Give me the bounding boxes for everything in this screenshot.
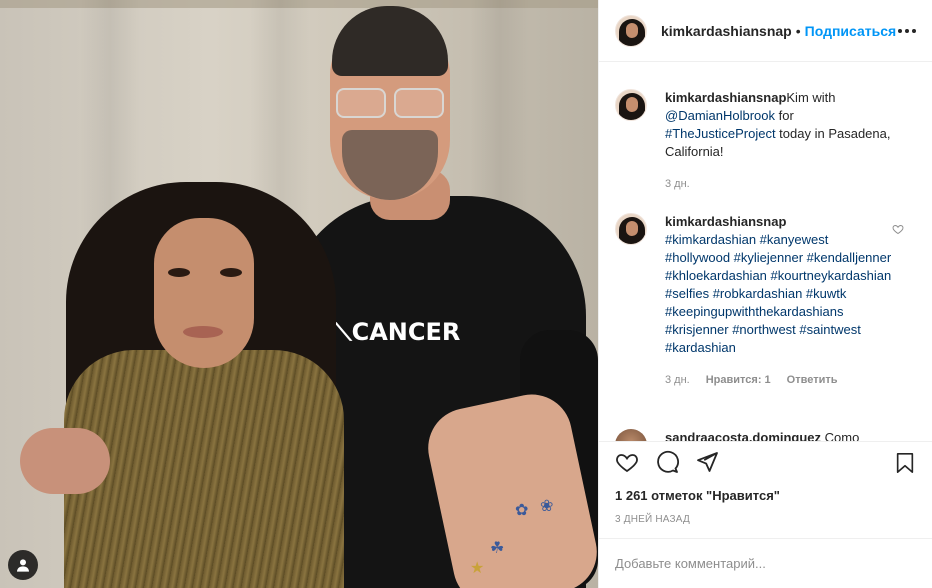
tattoo: ★ — [470, 560, 485, 577]
divider — [599, 538, 932, 539]
caption-meta: 3 дн. — [665, 175, 893, 193]
comment-text: kimkardashiansnap #kimkardashian #kanyew… — [665, 213, 893, 357]
man-hair — [332, 6, 448, 76]
caption-text-part: for — [775, 108, 794, 123]
woman-arm — [20, 428, 110, 494]
caption-text-part: Kim with — [786, 90, 836, 105]
comment-input[interactable]: Добавьте комментарий... — [615, 556, 766, 571]
comment-username[interactable]: kimkardashiansnap — [665, 214, 786, 229]
mention-link[interactable]: @DamianHolbrook — [665, 108, 775, 123]
tattoo: ❀ — [540, 498, 554, 515]
post-photo[interactable]: ✿ ❀ ☘ ★ ⟋⟍CANCER — [0, 0, 598, 588]
comment: kimkardashiansnap #kimkardashian #kanyew… — [599, 213, 932, 389]
reply-button[interactable]: Ответить — [787, 371, 838, 389]
comments-list[interactable]: kimkardashiansnapKim with @DamianHolbroo… — [599, 63, 932, 441]
post-header: kimkardashiansnap • Подписаться — [599, 0, 932, 62]
action-bar — [615, 450, 719, 474]
comment: sandraacosta.dominguez Como — [599, 429, 932, 441]
glasses — [336, 88, 446, 120]
shirt-logo: ⟋⟍CANCER — [318, 318, 461, 346]
caption-body: kimkardashiansnapKim with @DamianHolbroo… — [665, 89, 893, 193]
follow-button[interactable]: Подписаться — [805, 23, 897, 39]
post-time[interactable]: 3 ДНЕЙ НАЗАД — [615, 514, 690, 525]
comment-body: kimkardashiansnap #kimkardashian #kanyew… — [665, 213, 893, 389]
comment-likes[interactable]: Нравится: 1 — [706, 371, 771, 389]
tattoo: ✿ — [515, 502, 529, 519]
caption-username[interactable]: kimkardashiansnap — [665, 90, 786, 105]
caption: kimkardashiansnapKim with @DamianHolbroo… — [599, 89, 932, 193]
hashtag-list[interactable]: #kimkardashian #kanyewest #hollywood #ky… — [665, 232, 891, 355]
woman-eyes — [168, 268, 246, 278]
comment-username[interactable]: sandraacosta.dominguez — [665, 430, 821, 441]
comment-text: Como — [824, 430, 860, 441]
avatar[interactable] — [615, 429, 647, 441]
avatar[interactable] — [615, 213, 647, 245]
tattoo: ☘ — [490, 540, 505, 557]
hashtag-link[interactable]: #TheJusticeProject — [665, 126, 776, 141]
like-count[interactable]: 1 261 отметок "Нравится" — [615, 488, 780, 503]
avatar[interactable] — [615, 89, 647, 121]
woman-lips — [183, 326, 223, 338]
user-tag-icon[interactable] — [8, 550, 38, 580]
bookmark-icon[interactable] — [894, 452, 916, 474]
divider — [599, 441, 932, 442]
header-username[interactable]: kimkardashiansnap — [661, 23, 792, 39]
comment-meta: 3 дн. Нравится: 1 Ответить — [665, 371, 893, 389]
separator-dot: • — [795, 22, 801, 39]
comment-body: sandraacosta.dominguez Como — [665, 429, 893, 441]
header-user: kimkardashiansnap • Подписаться — [661, 23, 896, 39]
share-icon[interactable] — [695, 450, 719, 474]
heart-icon[interactable] — [892, 223, 904, 235]
comment-age[interactable]: 3 дн. — [665, 371, 690, 389]
woman-face — [154, 218, 254, 368]
caption-text: kimkardashiansnapKim with @DamianHolbroo… — [665, 89, 893, 161]
comment-icon[interactable] — [655, 450, 679, 474]
user-tag-icon-svg — [17, 559, 29, 572]
avatar[interactable] — [615, 14, 647, 47]
caption-age[interactable]: 3 дн. — [665, 175, 690, 193]
heart-icon[interactable] — [615, 450, 639, 474]
more-icon[interactable] — [898, 28, 916, 33]
post-panel: kimkardashiansnap • Подписаться kimkarda… — [598, 0, 932, 588]
